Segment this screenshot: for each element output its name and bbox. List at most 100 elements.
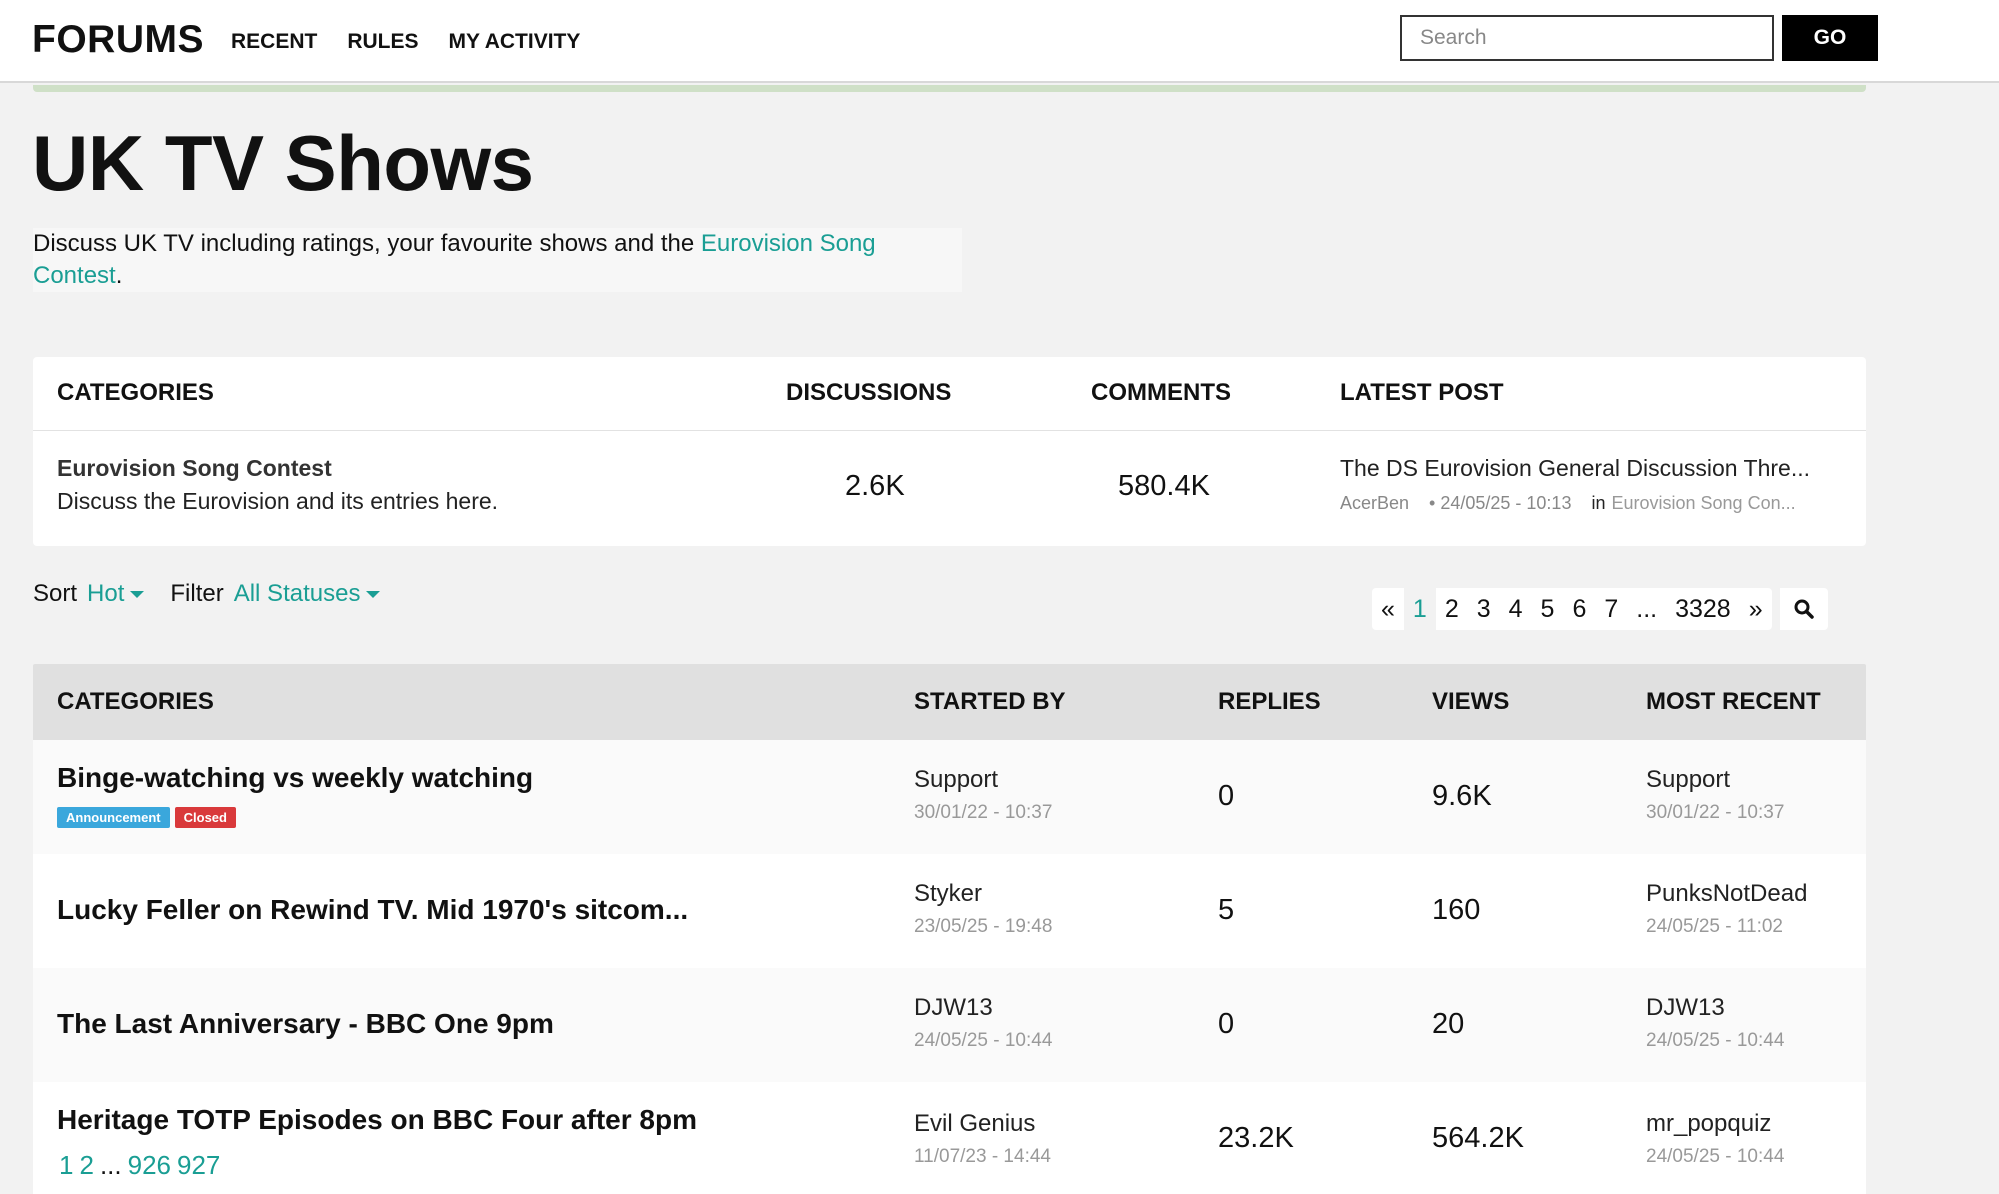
page-3[interactable]: 3: [1467, 588, 1500, 630]
page-7[interactable]: 7: [1595, 588, 1628, 630]
category-comments-count: 580.4K: [1118, 470, 1210, 502]
table-row: The Last Anniversary - BBC One 9pm DJW13…: [33, 968, 1866, 1082]
page-2[interactable]: 2: [1435, 588, 1468, 630]
page-1[interactable]: 1: [1403, 588, 1436, 630]
col-comments: COMMENTS: [1091, 379, 1231, 406]
most-recent-user[interactable]: DJW13: [1646, 994, 1725, 1022]
page-5[interactable]: 5: [1531, 588, 1564, 630]
discussions-table: CATEGORIES STARTED BY REPLIES VIEWS MOST…: [33, 664, 1866, 1194]
views-count: 160: [1432, 894, 1481, 926]
most-recent-date: 24/05/25 - 10:44: [1646, 1030, 1785, 1051]
most-recent-date: 24/05/25 - 11:02: [1646, 916, 1783, 937]
next-page-button[interactable]: »: [1739, 588, 1772, 630]
sort-label: Sort: [33, 580, 78, 607]
started-by-user[interactable]: Support: [914, 766, 998, 794]
sort-dropdown[interactable]: Hot: [87, 580, 145, 608]
description-text: Discuss UK TV including ratings, your fa…: [33, 230, 701, 257]
views-count: 564.2K: [1432, 1122, 1524, 1154]
discussion-title[interactable]: Lucky Feller on Rewind TV. Mid 1970's si…: [57, 894, 688, 926]
most-recent-date: 24/05/25 - 10:44: [1646, 1146, 1785, 1167]
caret-down-icon: [366, 591, 381, 599]
filter-value: All Statuses: [233, 580, 361, 607]
pagination: « 1 2 3 4 5 6 7 ... 3328 »: [1372, 588, 1828, 630]
col-most-recent: MOST RECENT: [1646, 688, 1821, 715]
discussion-title[interactable]: Binge-watching vs weekly watching: [57, 762, 533, 794]
table-row: Lucky Feller on Rewind TV. Mid 1970's si…: [33, 854, 1866, 968]
thread-page-link[interactable]: 1: [59, 1150, 73, 1181]
thread-page-link[interactable]: 926: [128, 1150, 171, 1181]
category-description: Discuss the Eurovision and its entries h…: [57, 488, 499, 514]
views-count: 20: [1432, 1008, 1465, 1040]
replies-count: 5: [1218, 894, 1235, 926]
started-date: 24/05/25 - 10:44: [914, 1030, 1053, 1051]
page-title: UK TV Shows: [32, 119, 534, 207]
search-input[interactable]: [1400, 15, 1774, 61]
most-recent-user[interactable]: mr_popquiz: [1646, 1110, 1771, 1138]
thread-page-links: 1 2 ... 926 927: [59, 1150, 220, 1181]
started-date: 23/05/25 - 19:48: [914, 916, 1053, 937]
discussions-header: CATEGORIES STARTED BY REPLIES VIEWS MOST…: [33, 664, 1866, 740]
page-ellipsis: ...: [1627, 588, 1667, 630]
header-accent-strip: [33, 85, 1866, 92]
col-discussions: DISCUSSIONS: [786, 379, 952, 406]
search-icon: [1794, 599, 1814, 619]
nav-recent[interactable]: RECENT: [231, 30, 317, 54]
category-discussions-count: 2.6K: [845, 470, 905, 502]
forum-description: Discuss UK TV including ratings, your fa…: [33, 228, 962, 292]
prev-page-button[interactable]: «: [1372, 588, 1404, 630]
category-name[interactable]: Eurovision Song Contest: [57, 455, 332, 482]
col-replies: REPLIES: [1218, 688, 1321, 715]
page-4[interactable]: 4: [1499, 588, 1532, 630]
discussion-title[interactable]: The Last Anniversary - BBC One 9pm: [57, 1008, 554, 1040]
nav-rules[interactable]: RULES: [347, 30, 418, 54]
table-row: Binge-watching vs weekly watching Announ…: [33, 740, 1866, 854]
caret-down-icon: [130, 591, 145, 599]
forums-logo[interactable]: FORUMS: [32, 18, 204, 62]
latest-post-category-link[interactable]: Eurovision Song Con...: [1611, 493, 1795, 514]
started-by-user[interactable]: Evil Genius: [914, 1110, 1035, 1138]
go-button[interactable]: GO: [1782, 15, 1878, 61]
filter-label: Filter: [170, 580, 224, 607]
categories-header: CATEGORIES DISCUSSIONS COMMENTS LATEST P…: [33, 357, 1866, 431]
main-nav: RECENT RULES MY ACTIVITY: [231, 30, 580, 54]
started-date: 30/01/22 - 10:37: [914, 802, 1053, 823]
latest-post-meta: AcerBen • 24/05/25 - 10:13 in Eurovision…: [1340, 493, 1796, 514]
filter-dropdown[interactable]: All Statuses: [234, 580, 381, 608]
col-views: VIEWS: [1432, 688, 1510, 715]
views-count: 9.6K: [1432, 780, 1492, 812]
announcement-badge: Announcement: [57, 807, 170, 828]
latest-post-in-label: in: [1591, 493, 1606, 513]
discussion-title[interactable]: Heritage TOTP Episodes on BBC Four after…: [57, 1104, 697, 1136]
replies-count: 0: [1218, 1008, 1235, 1040]
started-date: 11/07/23 - 14:44: [914, 1146, 1051, 1167]
col-latest-post: LATEST POST: [1340, 379, 1504, 406]
col-started-by: STARTED BY: [914, 688, 1066, 715]
pagination-search-button[interactable]: [1779, 588, 1828, 630]
replies-count: 0: [1218, 780, 1235, 812]
latest-post-date: • 24/05/25 - 10:13: [1429, 493, 1572, 513]
most-recent-user[interactable]: Support: [1646, 766, 1730, 794]
latest-post-title[interactable]: The DS Eurovision General Discussion Thr…: [1340, 455, 1810, 482]
table-row: Heritage TOTP Episodes on BBC Four after…: [33, 1082, 1866, 1194]
thread-page-link[interactable]: 2: [79, 1150, 93, 1181]
started-by-user[interactable]: DJW13: [914, 994, 993, 1022]
page-6[interactable]: 6: [1563, 588, 1596, 630]
nav-my-activity[interactable]: MY ACTIVITY: [449, 30, 581, 54]
badge-group: Announcement Closed: [57, 807, 241, 828]
latest-post-user[interactable]: AcerBen: [1340, 493, 1409, 514]
sort-filter-bar: Sort Hot Filter All Statuses: [33, 580, 381, 608]
sort-value: Hot: [87, 580, 125, 607]
most-recent-user[interactable]: PunksNotDead: [1646, 880, 1807, 908]
replies-count: 23.2K: [1218, 1122, 1294, 1154]
most-recent-date: 30/01/22 - 10:37: [1646, 802, 1785, 823]
col-categories: CATEGORIES: [57, 379, 214, 406]
col-categories: CATEGORIES: [57, 688, 214, 715]
thread-page-ellipsis: ...: [99, 1150, 122, 1180]
page-3328[interactable]: 3328: [1666, 588, 1740, 630]
thread-page-link[interactable]: 927: [177, 1150, 220, 1181]
closed-badge: Closed: [174, 807, 236, 828]
top-bar: FORUMS RECENT RULES MY ACTIVITY GO: [0, 0, 1999, 83]
started-by-user[interactable]: Styker: [914, 880, 982, 908]
description-suffix: .: [115, 262, 123, 289]
categories-table: CATEGORIES DISCUSSIONS COMMENTS LATEST P…: [33, 357, 1866, 546]
